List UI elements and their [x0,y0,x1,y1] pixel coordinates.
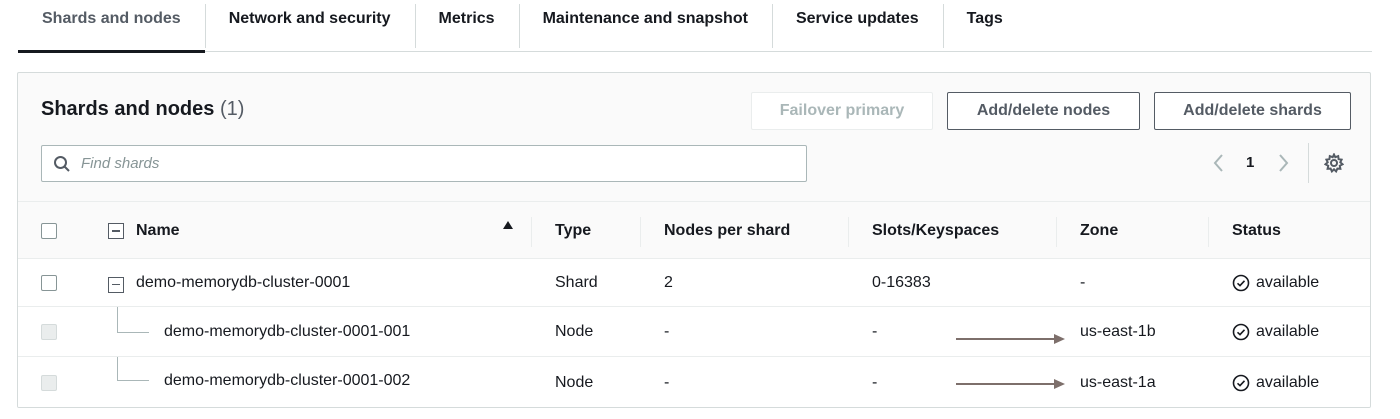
row-checkbox [41,307,57,356]
node-name: demo-memorydb-cluster-0001-002 [164,372,411,389]
shards-panel: Shards and nodes (1) Failover primary Ad… [17,72,1371,408]
sort-ascending-icon[interactable] [502,202,514,260]
tab-service-updates[interactable]: Service updates [771,0,943,52]
column-divider [640,217,641,247]
tab-label: Service updates [795,10,919,27]
collapse-all-button[interactable] [108,202,124,260]
gear-icon [1324,153,1344,173]
checkbox [41,323,57,340]
preferences-button[interactable] [1324,151,1344,175]
column-header-slots-keyspaces[interactable]: Slots/Keyspaces [872,202,999,260]
checkbox [41,375,57,391]
row-zone: us-east-1b [1080,322,1156,340]
row-checkbox[interactable] [41,259,57,306]
panel-title-text: Shards and nodes [41,98,215,120]
row-zone: us-east-1a [1080,374,1156,391]
table-row[interactable]: demo-memorydb-cluster-0001-002 Node - - … [18,357,1370,407]
status-text: available [1256,273,1320,291]
column-divider [531,217,532,247]
tab-label: Metrics [438,10,495,27]
tab-tags[interactable]: Tags [942,0,1027,52]
status-badge: available [1232,307,1319,356]
column-header-type[interactable]: Type [555,202,591,260]
next-page-button[interactable] [1277,151,1291,175]
annotation-arrow-icon [956,379,1065,389]
status-text: available [1256,374,1320,391]
tree-line [117,307,118,333]
row-nodes-per-shard: 2 [664,273,673,291]
tab-shards-and-nodes[interactable]: Shards and nodes [18,0,205,53]
tab-label: Shards and nodes [42,10,181,27]
failover-primary-button[interactable]: Failover primary [751,92,933,130]
column-header-name[interactable]: Name [136,202,180,260]
collapse-icon [108,223,124,239]
row-nodes-per-shard: - [664,322,670,340]
column-divider [848,217,849,247]
tab-maintenance-and-snapshot[interactable]: Maintenance and snapshot [518,0,772,52]
chevron-left-icon [1213,154,1223,172]
row-zone: - [1080,273,1086,291]
pager-divider [1308,143,1309,183]
column-header-nodes-per-shard[interactable]: Nodes per shard [664,202,790,260]
tab-metrics[interactable]: Metrics [414,0,519,52]
check-circle-icon [1232,323,1250,340]
node-name: demo-memorydb-cluster-0001-001 [164,322,411,340]
row-slots: - [872,322,878,340]
row-slots: 0-16383 [872,273,931,291]
tree-line [117,380,149,381]
checkbox [41,274,57,291]
row-nodes-per-shard: - [664,374,670,391]
status-text: available [1256,322,1320,340]
tree-line [117,332,149,333]
column-divider [1056,217,1057,247]
row-type: Shard [555,273,598,291]
row-checkbox [41,357,57,407]
panel-count: (1) [219,98,245,120]
add-delete-nodes-button[interactable]: Add/delete nodes [947,92,1140,130]
status-badge: available [1232,357,1320,407]
row-type: Node [555,374,594,391]
collapse-icon [108,276,124,293]
panel-title: Shards and nodes (1) [41,98,244,121]
search-icon [54,155,70,172]
collapse-shard-button[interactable] [108,261,124,308]
table-row[interactable]: demo-memorydb-cluster-0001 Shard 2 0-163… [18,259,1370,308]
annotation-arrow-icon [956,334,1065,344]
shard-name: demo-memorydb-cluster-0001 [136,273,351,291]
tab-network-and-security[interactable]: Network and security [204,0,415,52]
check-circle-icon [1232,274,1250,291]
status-badge: available [1232,259,1319,306]
column-header-zone[interactable]: Zone [1080,202,1118,260]
table-row[interactable]: demo-memorydb-cluster-0001-001 Node - - … [18,307,1370,357]
search-box [41,145,807,182]
column-divider [1208,217,1209,247]
tab-bar: Shards and nodes Network and security Me… [18,0,1372,53]
row-slots: - [872,374,878,391]
tab-label: Maintenance and snapshot [542,10,748,27]
column-header-status[interactable]: Status [1232,202,1281,260]
tree-line [117,357,118,381]
table-header: Name Type Nodes per shard Slots/Keyspace… [18,201,1370,260]
row-type: Node [555,322,594,340]
tab-label: Network and security [228,10,391,27]
checkbox [41,223,57,239]
add-delete-shards-button[interactable]: Add/delete shards [1154,92,1351,130]
check-circle-icon [1232,374,1250,392]
select-all-checkbox[interactable] [41,202,57,260]
search-input[interactable] [81,155,761,172]
chevron-right-icon [1279,154,1289,172]
tab-label: Tags [966,10,1003,27]
page-number[interactable]: 1 [1246,151,1254,175]
prev-page-button[interactable] [1211,151,1225,175]
